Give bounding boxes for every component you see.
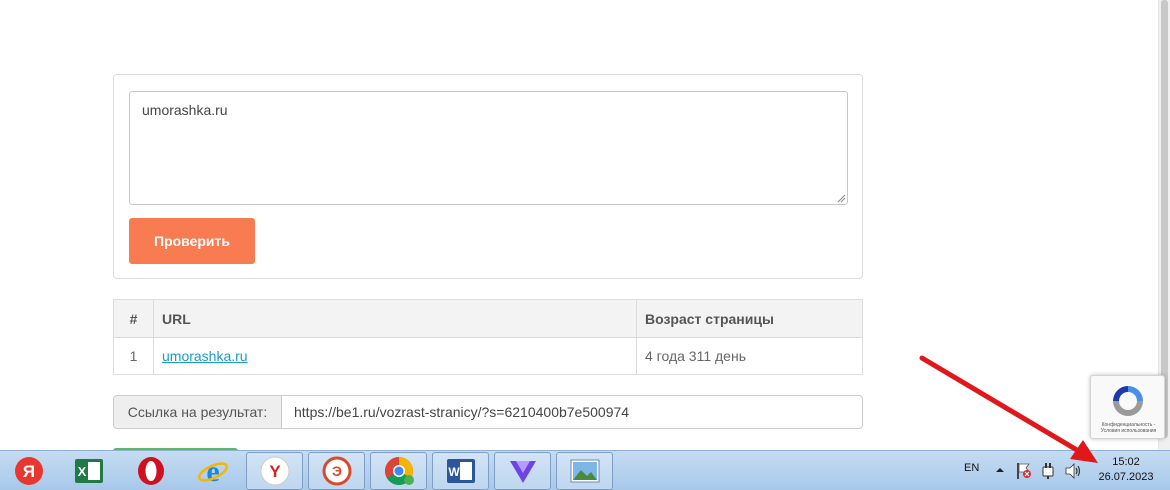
result-link-group: Ссылка на результат: bbox=[113, 395, 863, 429]
internet-explorer-icon: e bbox=[197, 456, 228, 486]
page-scrollbar-thumb[interactable] bbox=[1161, 0, 1168, 438]
svg-text:W: W bbox=[448, 465, 460, 479]
recaptcha-icon bbox=[1113, 386, 1143, 416]
row-number: 1 bbox=[113, 337, 154, 375]
url-textarea[interactable]: umorashka.ru bbox=[129, 91, 848, 205]
column-header-page-age: Возраст страницы bbox=[636, 299, 863, 338]
column-header-number: # bbox=[113, 299, 154, 338]
opera-icon bbox=[137, 457, 164, 485]
svg-text:X: X bbox=[77, 464, 86, 479]
row-page-age: 4 года 311 день bbox=[636, 337, 863, 375]
svg-text:Я: Я bbox=[22, 462, 34, 481]
taskbar-app-yandex[interactable]: Я bbox=[0, 452, 57, 490]
taskbar-app-vpn[interactable] bbox=[494, 452, 551, 490]
windows-taskbar: Я X e Y Э W EN bbox=[0, 450, 1170, 490]
clock-date: 26.07.2023 bbox=[1098, 471, 1154, 483]
svg-text:Э: Э bbox=[332, 463, 342, 479]
results-table: # URL Возраст страницы 1 umorashka.ru 4 … bbox=[113, 299, 863, 375]
photo-viewer-icon bbox=[570, 459, 599, 483]
word-icon: W bbox=[446, 459, 475, 483]
app-icon: Э bbox=[322, 456, 351, 486]
table-header-row: # URL Возраст страницы bbox=[113, 299, 863, 338]
show-hidden-icons-icon[interactable] bbox=[995, 465, 1005, 475]
resize-grip-icon[interactable] bbox=[836, 193, 846, 203]
svg-text:e: e bbox=[206, 456, 219, 486]
language-indicator[interactable]: EN bbox=[964, 462, 979, 474]
svg-text:Y: Y bbox=[269, 462, 281, 481]
chrome-icon bbox=[384, 457, 414, 485]
action-center-flag-icon[interactable] bbox=[1016, 462, 1032, 480]
taskbar-app-photo-viewer[interactable] bbox=[556, 452, 613, 490]
excel-icon: X bbox=[74, 459, 103, 483]
row-url-cell: umorashka.ru bbox=[153, 337, 637, 375]
check-button[interactable]: Проверить bbox=[129, 218, 255, 264]
clock-time: 15:02 bbox=[1112, 456, 1140, 468]
column-header-url: URL bbox=[153, 299, 637, 338]
taskbar-clock[interactable]: 15:02 26.07.2023 bbox=[1096, 455, 1156, 485]
check-form-panel: umorashka.ru Проверить bbox=[113, 74, 863, 279]
taskbar-app-chrome[interactable] bbox=[370, 452, 427, 490]
power-plug-icon[interactable] bbox=[1040, 462, 1056, 480]
result-link-field[interactable] bbox=[282, 395, 863, 429]
recaptcha-privacy-terms[interactable]: Конфиденциальность - Условия использован… bbox=[1094, 422, 1163, 434]
screen: umorashka.ru Проверить # URL Возраст стр… bbox=[0, 0, 1170, 490]
taskbar-app-excel[interactable]: X bbox=[60, 452, 117, 490]
vpn-icon bbox=[509, 461, 536, 483]
volume-icon[interactable] bbox=[1064, 462, 1082, 480]
taskbar-app-internet-explorer[interactable]: e bbox=[184, 452, 241, 490]
taskbar-app-opera[interactable] bbox=[122, 452, 179, 490]
taskbar-app-unknown[interactable]: Э bbox=[308, 452, 365, 490]
yandex-icon: Я bbox=[14, 457, 43, 485]
taskbar-app-word[interactable]: W bbox=[432, 452, 489, 490]
recaptcha-badge[interactable]: Конфиденциальность - Условия использован… bbox=[1090, 375, 1165, 439]
result-link-label: Ссылка на результат: bbox=[113, 395, 282, 429]
taskbar-app-yandex-browser[interactable]: Y bbox=[246, 452, 303, 490]
table-row: 1 umorashka.ru 4 года 311 день bbox=[113, 337, 863, 375]
yandex-browser-icon: Y bbox=[260, 456, 289, 486]
row-url-link[interactable]: umorashka.ru bbox=[162, 348, 248, 364]
